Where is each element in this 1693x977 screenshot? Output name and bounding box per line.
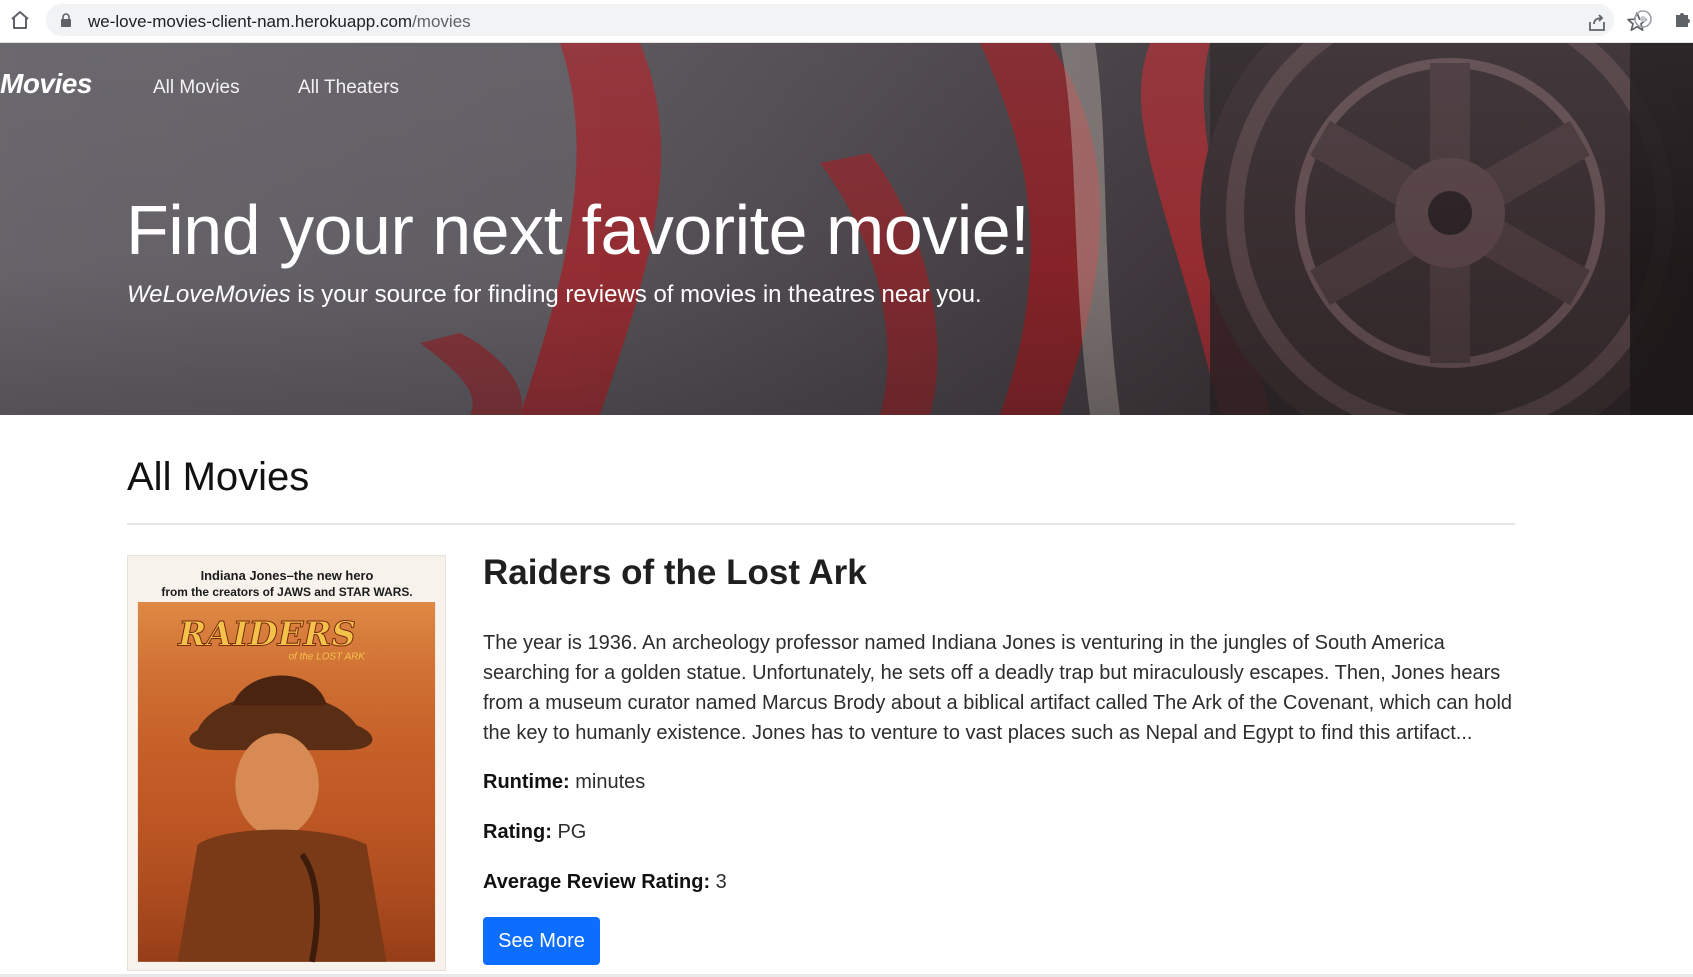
nav-link-all-theaters[interactable]: All Theaters xyxy=(298,77,399,99)
extension-icon[interactable] xyxy=(1632,8,1654,30)
browser-toolbar: we-love-movies-client-nam.herokuapp.com/… xyxy=(0,0,1693,43)
poster-tagline-2: from the creators of JAWS and STAR WARS. xyxy=(161,585,412,599)
poster-tagline-1: Indiana Jones–the new hero xyxy=(201,568,374,583)
poster-logo: RAIDERS xyxy=(177,614,356,654)
runtime-value: minutes xyxy=(569,771,646,793)
see-more-button[interactable]: See More xyxy=(483,917,600,965)
runtime-label: Runtime: xyxy=(483,771,570,793)
hero-banner: Movies All Movies All Theaters Find your… xyxy=(0,43,1693,415)
navbar-brand[interactable]: Movies xyxy=(0,68,92,100)
home-icon[interactable] xyxy=(8,8,32,32)
movie-rating: Rating: PG xyxy=(483,821,586,844)
section-divider xyxy=(127,523,1515,525)
movie-description: The year is 1936. An archeology professo… xyxy=(483,632,1513,744)
url-path: /movies xyxy=(412,12,471,31)
address-bar[interactable]: we-love-movies-client-nam.herokuapp.com/… xyxy=(46,4,1647,36)
nav-link-all-movies[interactable]: All Movies xyxy=(153,77,240,99)
average-review-value: 3 xyxy=(710,871,727,893)
hero-subtitle: WeLoveMovies is your source for finding … xyxy=(127,281,982,309)
puzzle-icon[interactable] xyxy=(1672,8,1693,30)
movie-runtime: Runtime: minutes xyxy=(483,771,645,794)
poster-logo-sub: of the LOST ARK xyxy=(289,652,366,663)
movie-poster[interactable]: Indiana Jones–the new hero from the crea… xyxy=(127,555,446,971)
lock-icon[interactable] xyxy=(60,13,72,27)
hero-subtitle-brand: WeLoveMovies xyxy=(127,281,291,308)
rating-value: PG xyxy=(551,821,587,843)
hero-subtitle-text: is your source for finding reviews of mo… xyxy=(290,281,982,308)
page-title: All Movies xyxy=(127,455,310,499)
hero-title: Find your next favorite movie! xyxy=(126,191,1030,269)
movie-title: Raiders of the Lost Ark xyxy=(483,553,867,592)
share-icon[interactable] xyxy=(1586,12,1608,34)
url-host: we-love-movies-client-nam.herokuapp.com xyxy=(88,12,413,31)
movie-average-review-rating: Average Review Rating: 3 xyxy=(483,871,727,894)
rating-label: Rating: xyxy=(483,821,552,843)
url-text[interactable]: we-love-movies-client-nam.herokuapp.com/… xyxy=(88,12,471,32)
average-review-label: Average Review Rating: xyxy=(483,871,711,893)
